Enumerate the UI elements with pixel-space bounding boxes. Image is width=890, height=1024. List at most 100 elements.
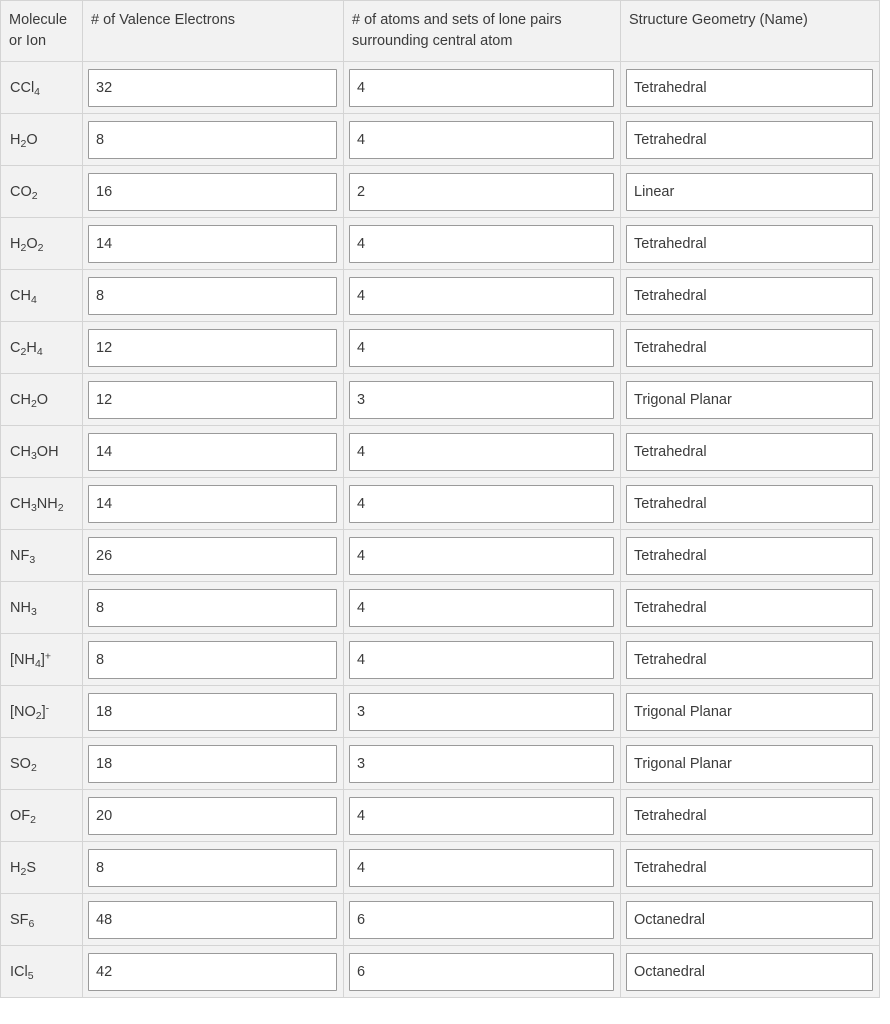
structure-geometry-input[interactable]: Tetrahedral xyxy=(626,328,873,367)
molecule-formula-cell: NH3 xyxy=(0,582,82,635)
molecule-formula-cell: CH3NH2 xyxy=(0,478,82,531)
structure-geometry-input[interactable]: Trigonal Planar xyxy=(626,692,873,731)
atoms-lone-pairs-input[interactable]: 3 xyxy=(349,380,614,419)
atoms-lone-pairs-input[interactable]: 6 xyxy=(349,900,614,939)
valence-electrons-input[interactable]: 14 xyxy=(88,484,337,523)
molecule-formula: CH2O xyxy=(10,391,49,410)
molecule-formula: ICl5 xyxy=(10,963,34,982)
molecule-formula-cell: ICl5 xyxy=(0,946,82,999)
structure-geometry-input-cell: Tetrahedral xyxy=(620,478,880,531)
table-body: CCl4 32 4 Tetrahedral H2O 8 4 Tetrahedral CO2 16 2… xyxy=(0,62,880,999)
molecule-formula-cell: SO2 xyxy=(0,738,82,791)
atoms-lone-pairs-input[interactable]: 4 xyxy=(349,484,614,523)
valence-electrons-input[interactable]: 42 xyxy=(88,952,337,991)
atoms-lone-pairs-input[interactable]: 4 xyxy=(349,588,614,627)
structure-geometry-input-cell: Tetrahedral xyxy=(620,114,880,167)
structure-geometry-input[interactable]: Trigonal Planar xyxy=(626,380,873,419)
structure-geometry-input[interactable]: Tetrahedral xyxy=(626,640,873,679)
structure-geometry-input-cell: Trigonal Planar xyxy=(620,374,880,427)
structure-geometry-input[interactable]: Tetrahedral xyxy=(626,432,873,471)
valence-electrons-input[interactable]: 16 xyxy=(88,172,337,211)
valence-electrons-input-cell: 8 xyxy=(82,582,343,635)
valence-electrons-input[interactable]: 18 xyxy=(88,744,337,783)
column-header-molecule-or-ion: Molecule or Ion xyxy=(0,0,82,63)
table-row: CH4 8 4 Tetrahedral xyxy=(0,270,880,323)
valence-electrons-input[interactable]: 14 xyxy=(88,224,337,263)
valence-electrons-input[interactable]: 8 xyxy=(88,276,337,315)
table-row: CH3NH2 14 4 Tetrahedral xyxy=(0,478,880,531)
header-line-1: # of Valence Electrons xyxy=(91,12,236,28)
structure-geometry-input[interactable]: Tetrahedral xyxy=(626,796,873,835)
valence-electrons-input-cell: 16 xyxy=(82,166,343,219)
table-row: NF3 26 4 Tetrahedral xyxy=(0,530,880,583)
valence-electrons-input[interactable]: 8 xyxy=(88,120,337,159)
atoms-lone-pairs-input[interactable]: 6 xyxy=(349,952,614,991)
structure-geometry-input[interactable]: Trigonal Planar xyxy=(626,744,873,783)
atoms-lone-pairs-input[interactable]: 4 xyxy=(349,640,614,679)
structure-geometry-input[interactable]: Octanedral xyxy=(626,900,873,939)
atoms-lone-pairs-input[interactable]: 4 xyxy=(349,120,614,159)
valence-electrons-input[interactable]: 20 xyxy=(88,796,337,835)
valence-electrons-input[interactable]: 8 xyxy=(88,640,337,679)
atoms-lone-pairs-input[interactable]: 4 xyxy=(349,276,614,315)
molecule-formula: CO2 xyxy=(10,183,38,202)
structure-geometry-input-cell: Trigonal Planar xyxy=(620,738,880,791)
valence-electrons-input[interactable]: 8 xyxy=(88,848,337,887)
structure-geometry-input[interactable]: Tetrahedral xyxy=(626,120,873,159)
atoms-lone-pairs-input[interactable]: 4 xyxy=(349,432,614,471)
column-header-atoms-and-lone-pairs: # of atoms and sets of lone pairs surrou… xyxy=(343,0,620,63)
structure-geometry-input-cell: Linear xyxy=(620,166,880,219)
structure-geometry-input[interactable]: Tetrahedral xyxy=(626,224,873,263)
molecule-formula: CH3NH2 xyxy=(10,495,64,514)
atoms-lone-pairs-input[interactable]: 2 xyxy=(349,172,614,211)
table-row: H2O 8 4 Tetrahedral xyxy=(0,114,880,167)
structure-geometry-input[interactable]: Tetrahedral xyxy=(626,536,873,575)
valence-electrons-input[interactable]: 12 xyxy=(88,380,337,419)
structure-geometry-input[interactable]: Tetrahedral xyxy=(626,588,873,627)
structure-geometry-input[interactable]: Tetrahedral xyxy=(626,68,873,107)
atoms-lone-pairs-input-cell: 4 xyxy=(343,62,620,115)
structure-geometry-input[interactable]: Tetrahedral xyxy=(626,484,873,523)
molecule-formula: H2O2 xyxy=(10,235,44,254)
valence-electrons-input[interactable]: 26 xyxy=(88,536,337,575)
structure-geometry-input-cell: Trigonal Planar xyxy=(620,686,880,739)
molecule-formula: CH3OH xyxy=(10,443,59,462)
valence-electrons-input[interactable]: 18 xyxy=(88,692,337,731)
atoms-lone-pairs-input[interactable]: 4 xyxy=(349,848,614,887)
valence-electrons-input[interactable]: 32 xyxy=(88,68,337,107)
atoms-lone-pairs-input-cell: 2 xyxy=(343,166,620,219)
valence-electrons-input[interactable]: 12 xyxy=(88,328,337,367)
molecule-formula: CH4 xyxy=(10,287,37,306)
valence-electrons-input-cell: 14 xyxy=(82,218,343,271)
atoms-lone-pairs-input[interactable]: 4 xyxy=(349,536,614,575)
atoms-lone-pairs-input[interactable]: 3 xyxy=(349,692,614,731)
valence-electrons-input[interactable]: 8 xyxy=(88,588,337,627)
molecule-formula-cell: H2O2 xyxy=(0,218,82,271)
valence-electrons-input-cell: 8 xyxy=(82,842,343,895)
structure-geometry-input[interactable]: Linear xyxy=(626,172,873,211)
structure-geometry-input-cell: Tetrahedral xyxy=(620,530,880,583)
molecule-formula-cell: [NO2]- xyxy=(0,686,82,739)
molecule-formula: [NO2]- xyxy=(10,701,50,722)
valence-electrons-input[interactable]: 14 xyxy=(88,432,337,471)
structure-geometry-input[interactable]: Tetrahedral xyxy=(626,276,873,315)
table-row: OF2 20 4 Tetrahedral xyxy=(0,790,880,843)
atoms-lone-pairs-input-cell: 4 xyxy=(343,478,620,531)
structure-geometry-input[interactable]: Tetrahedral xyxy=(626,848,873,887)
valence-electrons-input[interactable]: 48 xyxy=(88,900,337,939)
atoms-lone-pairs-input[interactable]: 3 xyxy=(349,744,614,783)
molecule-formula: SO2 xyxy=(10,755,37,774)
atoms-lone-pairs-input[interactable]: 4 xyxy=(349,224,614,263)
atoms-lone-pairs-input[interactable]: 4 xyxy=(349,68,614,107)
structure-geometry-input-cell: Tetrahedral xyxy=(620,62,880,115)
atoms-lone-pairs-input-cell: 4 xyxy=(343,322,620,375)
structure-geometry-input-cell: Tetrahedral xyxy=(620,790,880,843)
atoms-lone-pairs-input[interactable]: 4 xyxy=(349,328,614,367)
molecule-formula: NH3 xyxy=(10,599,37,618)
atoms-lone-pairs-input[interactable]: 4 xyxy=(349,796,614,835)
molecule-formula: CCl4 xyxy=(10,79,41,98)
atoms-lone-pairs-input-cell: 4 xyxy=(343,842,620,895)
structure-geometry-input[interactable]: Octanedral xyxy=(626,952,873,991)
valence-electrons-input-cell: 14 xyxy=(82,426,343,479)
atoms-lone-pairs-input-cell: 4 xyxy=(343,530,620,583)
